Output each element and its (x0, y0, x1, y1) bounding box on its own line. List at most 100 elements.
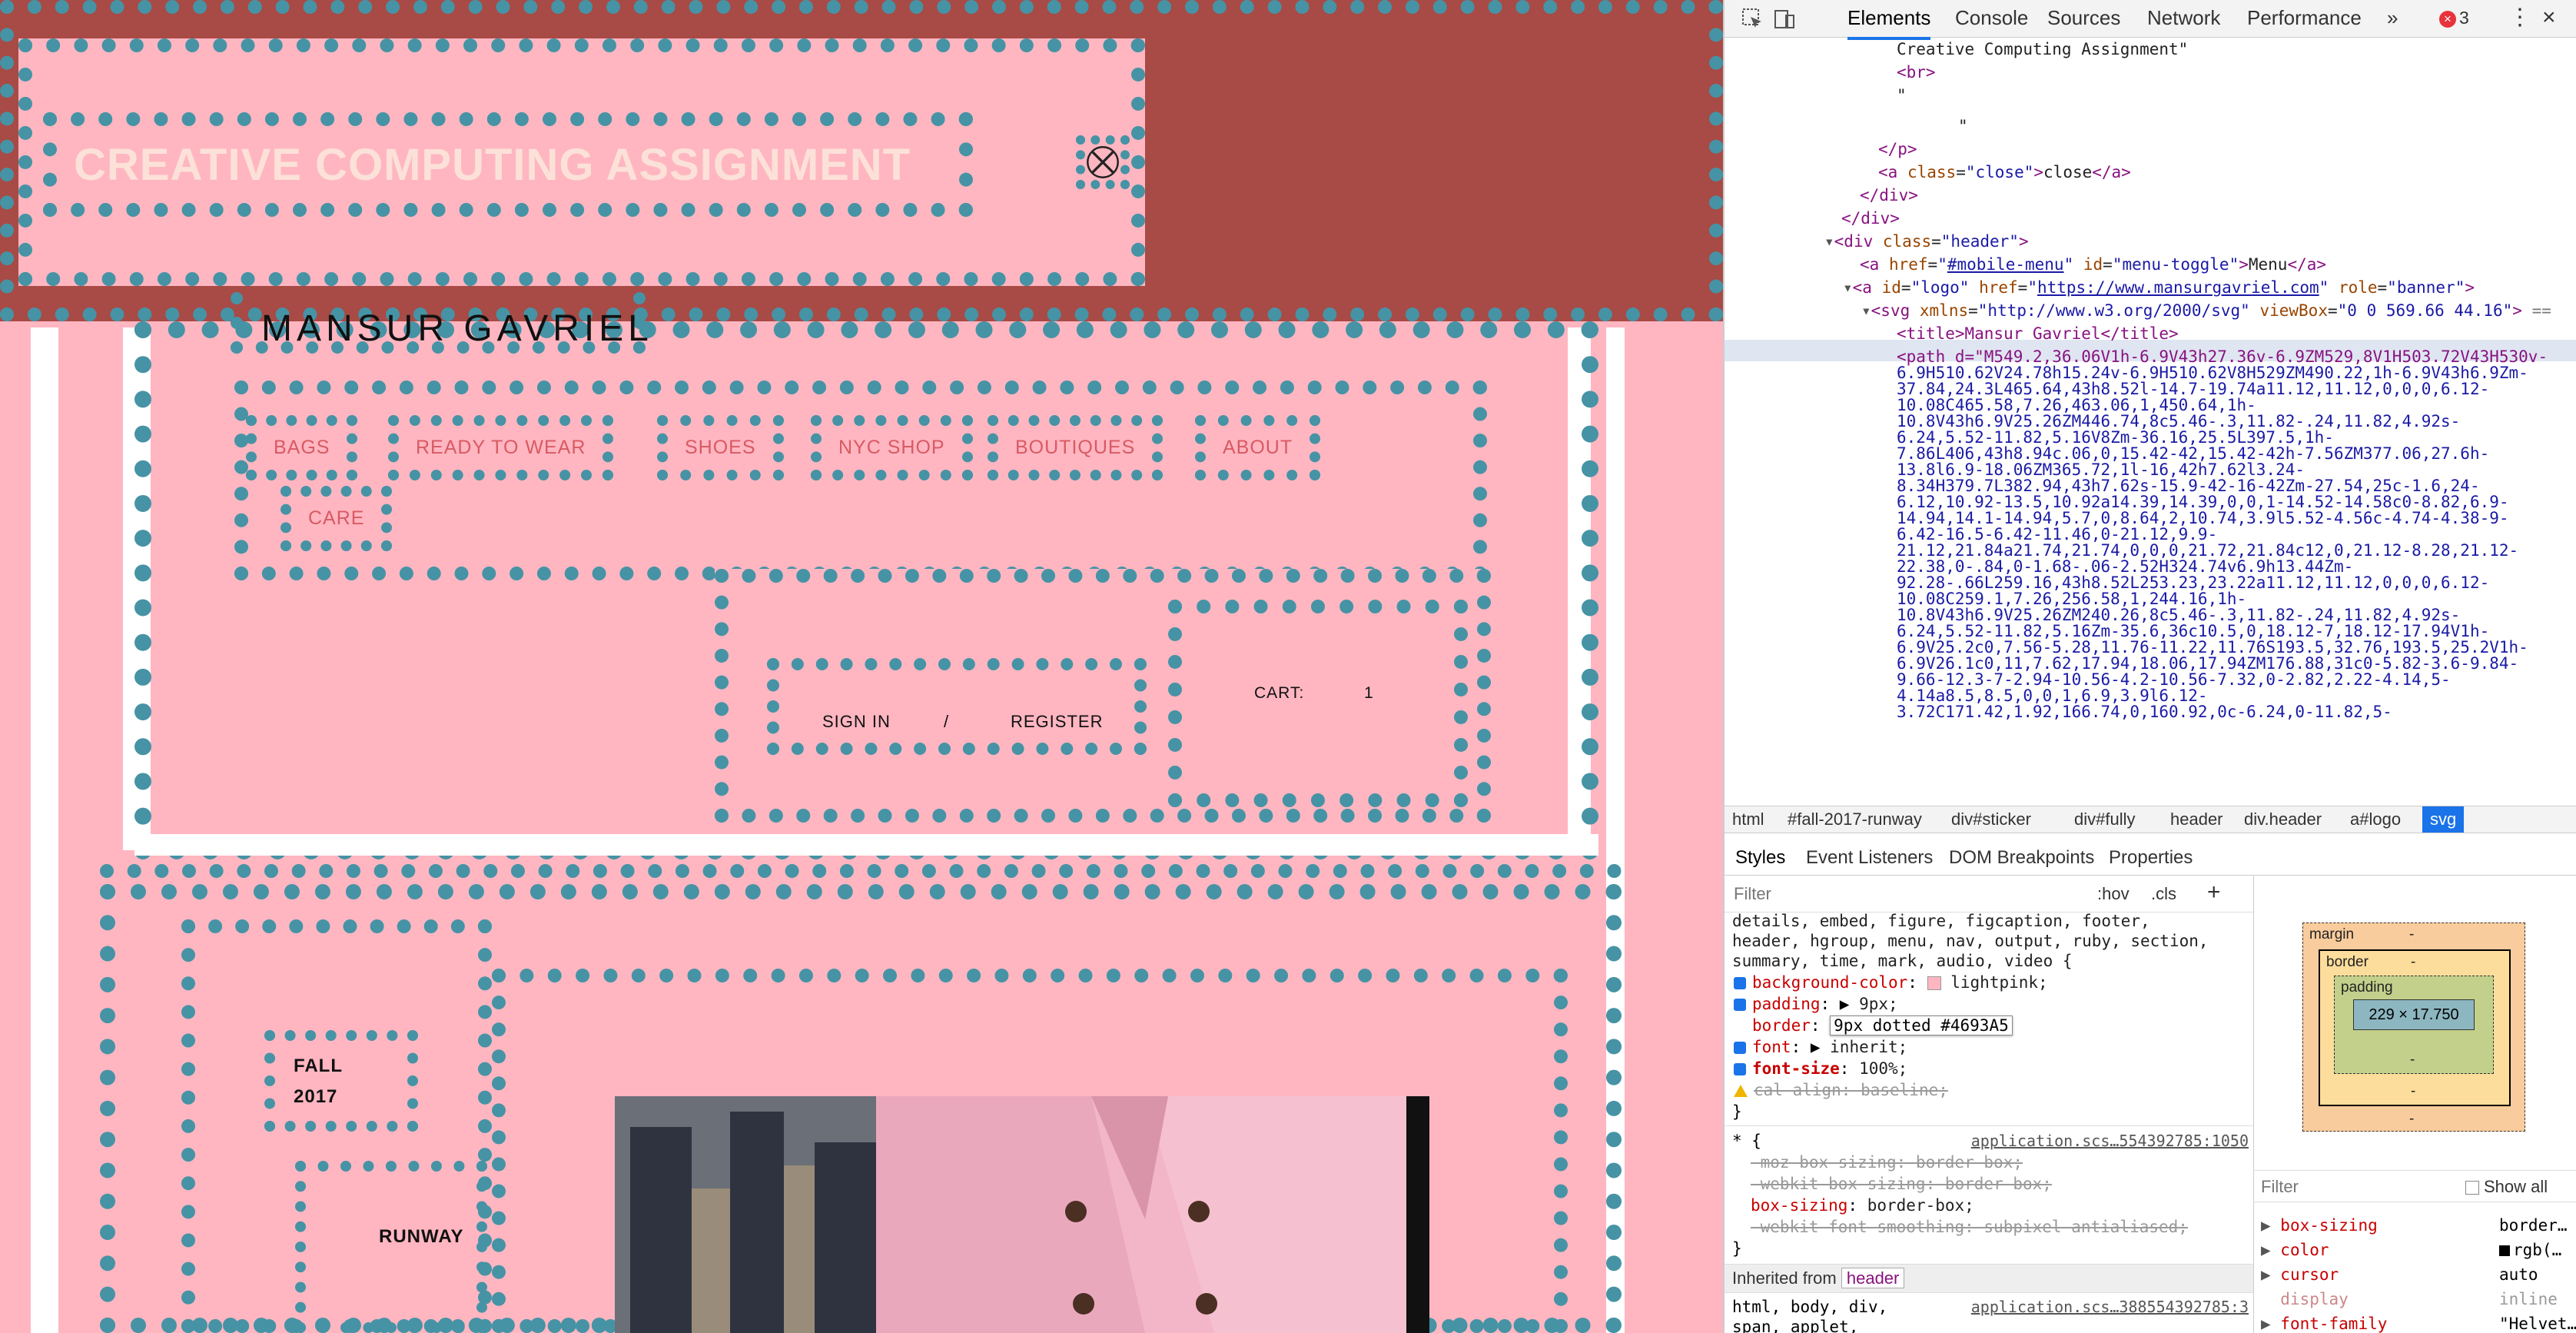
dom-node-close-link[interactable]: <a class="close">close</a> (1878, 163, 2131, 181)
stylesheet-link[interactable]: application.scs…388554392785:3 (1971, 1298, 2249, 1316)
computed-row[interactable]: ▶ color (2261, 1241, 2329, 1259)
style-declaration[interactable]: font: ▶ inherit; (1734, 1038, 1907, 1056)
dom-node-logo[interactable]: ▾<a id="logo" href="https://www.mansurga… (1843, 278, 2475, 297)
rule-selector: * { (1732, 1132, 1761, 1150)
register-link[interactable]: REGISTER (1011, 712, 1103, 732)
style-declaration-overridden[interactable]: -webkit-font-smoothing: subpixel-antiali… (1751, 1218, 2188, 1236)
computed-row[interactable]: ▶ box-sizing (2261, 1216, 2378, 1235)
year-label: 2017 (294, 1086, 338, 1107)
box-model-padding-label: padding (2341, 979, 2393, 996)
checkbox[interactable] (1734, 1063, 1746, 1075)
close-button[interactable] (1076, 135, 1130, 189)
tab-console[interactable]: Console (1955, 0, 2028, 37)
inherited-from-header[interactable]: header (1841, 1268, 1905, 1288)
checkbox[interactable] (1734, 999, 1746, 1011)
kebab-menu-icon[interactable]: ⋮ (2508, 0, 2531, 37)
style-declaration-overridden[interactable]: -webkit-box-sizing: border-box; (1751, 1175, 2052, 1193)
close-devtools-icon[interactable]: × (2542, 0, 2556, 37)
crumb-svg[interactable]: svg (2422, 806, 2465, 833)
tab-elements[interactable]: Elements (1847, 0, 1931, 40)
error-counter[interactable]: × 3 (2439, 8, 2469, 28)
box-model-content[interactable]: 229 × 17.750 (2353, 999, 2475, 1030)
box-model-border-label: border (2326, 954, 2369, 970)
breadcrumb: html #fall-2017-runway div#sticker div#f… (1725, 806, 2576, 833)
logo-text[interactable]: MANSUR GAVRIEL (261, 307, 653, 350)
styles-filter-input[interactable]: Filter (1734, 884, 1771, 904)
crumb-header[interactable]: header (2170, 809, 2223, 829)
show-all-checkbox[interactable]: Show all (2465, 1177, 2548, 1197)
dom-node-svg[interactable]: ▾<svg xmlns="http://www.w3.org/2000/svg"… (1861, 301, 2551, 320)
dom-node-title[interactable]: <title>Mansur Gavriel</title> (1897, 324, 2179, 343)
style-declaration-overridden[interactable]: -moz-box-sizing: border-box; (1751, 1153, 2023, 1172)
box-model-margin[interactable]: margin - - border - - padding 229 × 17.7… (2302, 922, 2525, 1132)
more-tabs-button[interactable]: » (2387, 0, 2398, 37)
crumb-div-header[interactable]: div.header (2244, 809, 2322, 829)
dom-tree: Creative Computing Assignment" <br> " " … (1725, 37, 2576, 806)
style-value-editor[interactable]: 9px dotted #4693A5 (1830, 1016, 2013, 1035)
crumb-logo[interactable]: a#logo (2350, 809, 2401, 829)
device-toolbar-icon[interactable] (1772, 6, 1797, 31)
nav-about[interactable]: ABOUT (1195, 415, 1321, 480)
box-model-border[interactable]: border - - padding 229 × 17.750 - (2319, 949, 2511, 1106)
path-data-line[interactable]: 3.72C171.42,1.92,166.74,0,160.92,0c-6.24… (1897, 703, 2392, 721)
cart-box[interactable] (1168, 600, 1468, 807)
season-label: FALL (294, 1055, 343, 1076)
crumb-fully[interactable]: div#fully (2074, 809, 2135, 829)
cart-count[interactable]: 1 (1364, 684, 1373, 703)
dom-text[interactable]: " (1897, 86, 1907, 105)
nav-nyc-shop[interactable]: NYC SHOP (811, 415, 973, 480)
crumb-fall-2017-runway[interactable]: #fall-2017-runway (1788, 809, 1922, 829)
tab-styles[interactable]: Styles (1735, 847, 1785, 869)
dom-text[interactable]: " (1958, 117, 1968, 135)
sign-in-link[interactable]: SIGN IN (822, 712, 891, 732)
checkbox[interactable] (1734, 977, 1746, 989)
computed-row[interactable]: ▶ font-family (2261, 1315, 2387, 1333)
tab-network[interactable]: Network (2147, 0, 2220, 37)
nav-bags[interactable]: BAGS (246, 415, 358, 480)
dom-node-header[interactable]: ▾<div class="header"> (1824, 232, 2029, 251)
style-declaration[interactable]: background-color: lightpink; (1734, 973, 2048, 992)
nav-boutiques[interactable]: BOUTIQUES (988, 415, 1164, 480)
styles-filter-row: Filter :hov .cls + (1725, 875, 2253, 912)
dom-node[interactable]: </div> (1841, 209, 1900, 228)
crumb-html[interactable]: html (1732, 809, 1764, 829)
box-model-pane: margin - - border - - padding 229 × 17.7… (2253, 875, 2576, 1333)
tab-dom-breakpoints[interactable]: DOM Breakpoints (1949, 847, 2094, 869)
cart-label[interactable]: CART: (1254, 684, 1304, 703)
crumb-sticker[interactable]: div#sticker (1951, 809, 2031, 829)
hover-state-button[interactable]: :hov (2097, 884, 2130, 904)
tab-sources[interactable]: Sources (2047, 0, 2120, 37)
box-model-padding[interactable]: padding 229 × 17.750 - (2334, 976, 2494, 1074)
style-declaration[interactable]: padding: ▶ 9px; (1734, 995, 1898, 1013)
tab-performance[interactable]: Performance (2247, 0, 2362, 37)
style-declaration[interactable]: box-sizing: border-box; (1751, 1196, 1974, 1215)
style-declaration-editing[interactable]: border: 9px dotted #4693A5 (1734, 1016, 2013, 1035)
computed-filter-input[interactable]: Filter (2261, 1177, 2299, 1197)
nav-ready-to-wear[interactable]: READY TO WEAR (388, 415, 614, 480)
dom-node[interactable]: </p> (1878, 140, 1917, 158)
dom-node[interactable]: </div> (1860, 186, 1918, 204)
computed-row[interactable]: display (2261, 1290, 2349, 1308)
nav-shoes[interactable]: SHOES (657, 415, 784, 480)
sidebar-tabs: Styles Event Listeners DOM Breakpoints P… (1725, 841, 2576, 876)
new-rule-button[interactable]: + (2207, 879, 2221, 906)
tab-event-listeners[interactable]: Event Listeners (1806, 847, 1933, 869)
checkbox[interactable] (1734, 1042, 1746, 1054)
stylesheet-link[interactable]: application.scs…554392785:1050 (1971, 1132, 2249, 1150)
rule-selector: summary, time, mark, audio, video { (1732, 952, 2073, 970)
devtools-toolbar: Elements Console Sources Network Perform… (1725, 0, 2576, 40)
dom-node-menu-toggle[interactable]: <a href="#mobile-menu" id="menu-toggle">… (1860, 255, 2326, 274)
style-declaration-invalid[interactable]: cal-align: baseline; (1734, 1081, 1948, 1099)
rule-close: } (1732, 1239, 1742, 1258)
nav-care[interactable]: CARE (281, 486, 393, 551)
tab-properties[interactable]: Properties (2109, 847, 2193, 869)
computed-value: auto (2499, 1265, 2538, 1284)
inspect-element-icon[interactable] (1740, 6, 1764, 31)
class-toggle-button[interactable]: .cls (2151, 884, 2176, 904)
dom-node[interactable]: <br> (1897, 63, 1936, 81)
dom-text[interactable]: Creative Computing Assignment" (1897, 40, 2188, 58)
style-declaration[interactable]: font-size: 100%; (1734, 1059, 1907, 1078)
computed-value: "Helvet… (2499, 1315, 2576, 1333)
computed-row[interactable]: ▶ cursor (2261, 1265, 2339, 1284)
close-icon (1087, 146, 1119, 178)
